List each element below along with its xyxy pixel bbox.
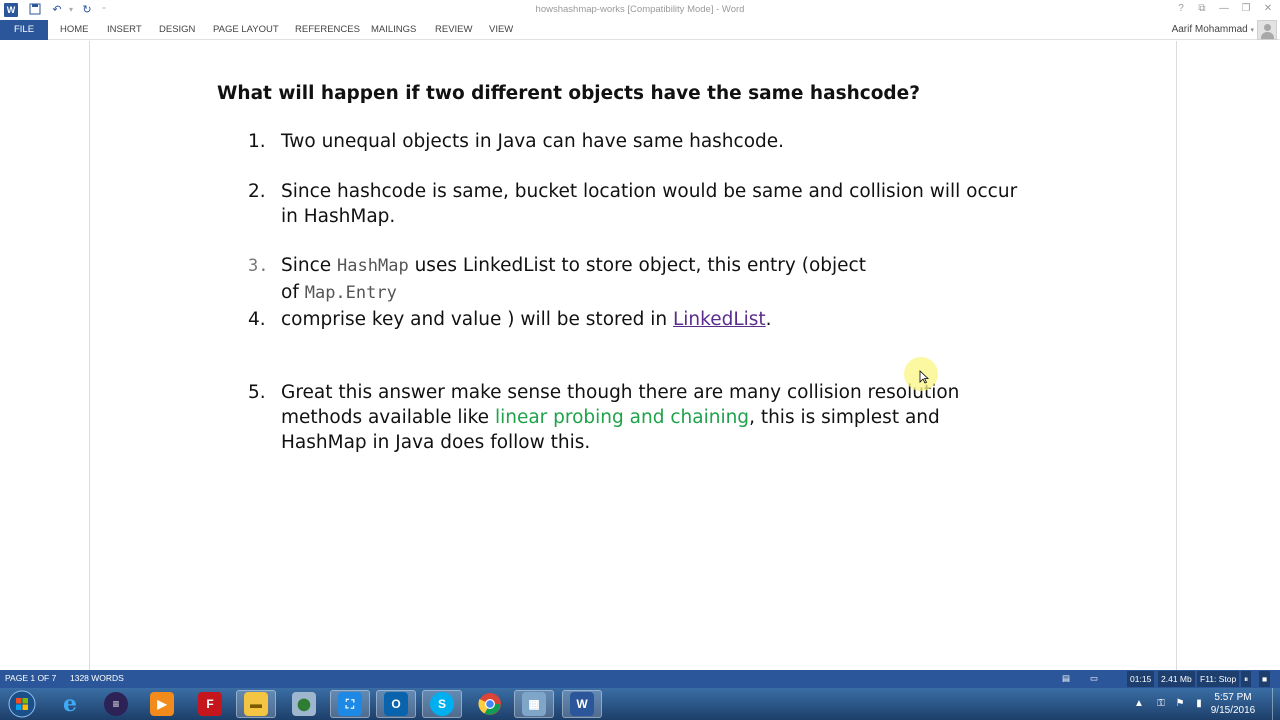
list-item-3-text-c: of (281, 282, 305, 303)
clock-date: 9/15/2016 (1210, 705, 1256, 716)
tray-expand-icon[interactable]: ▲ (1133, 698, 1145, 710)
help-button[interactable]: ? (1173, 3, 1189, 14)
ribbon-display-options-icon[interactable]: ⧉ (1194, 3, 1210, 14)
list-item-5-line-2: methods available like linear probing an… (281, 407, 940, 428)
list-item-4-text: comprise key and value ) will be stored … (281, 309, 673, 330)
page-count[interactable]: PAGE 1 OF 7 (5, 670, 56, 687)
tab-view[interactable]: VIEW (489, 20, 513, 40)
list-number-1: 1. (248, 131, 266, 152)
network-alert-icon[interactable]: ⚑ (1174, 698, 1186, 710)
mouse-pointer-icon (919, 370, 929, 384)
tab-mailings[interactable]: MAILINGS (371, 20, 416, 40)
file-manager-icon[interactable]: ⬤ (284, 690, 324, 718)
file-explorer-icon[interactable]: ▬ (236, 690, 276, 718)
internet-explorer-icon[interactable]: e (50, 690, 90, 718)
media-player-icon[interactable]: ▶ (142, 690, 182, 718)
list-item-2-line-1: Since hashcode is same, bucket location … (281, 181, 1018, 202)
list-number-4: 4. (248, 309, 266, 330)
tab-file[interactable]: FILE (0, 20, 48, 40)
page-left-edge (89, 41, 90, 670)
ribbon-tabs: FILE HOME INSERT DESIGN PAGE LAYOUT REFE… (0, 20, 1280, 40)
user-account[interactable]: Aarif Mohammad ▾ (1172, 20, 1254, 40)
page-right-edge (1176, 41, 1177, 670)
list-item-5-highlight: linear probing and chaining (494, 407, 750, 428)
start-button[interactable] (2, 690, 42, 718)
print-layout-icon[interactable]: ▭ (1090, 670, 1098, 687)
list-item-3-text-a: Since (281, 255, 338, 276)
list-item-3-code-hashmap: HashMap (337, 256, 409, 276)
list-item-1-line-1: Two unequal objects in Java can have sam… (281, 131, 785, 152)
show-desktop-button[interactable] (1272, 688, 1280, 720)
list-item-3-line-2: of Map.Entry (281, 282, 397, 303)
list-number-2: 2. (248, 181, 266, 202)
word-taskbar-icon[interactable]: W (562, 690, 602, 718)
list-item-5-text-a: methods available like (281, 407, 495, 428)
read-mode-icon[interactable]: ▤ (1062, 670, 1070, 687)
list-item-4-period: . (765, 309, 772, 330)
list-item-3-line-1: Since HashMap uses LinkedList to store o… (281, 255, 866, 276)
list-number-3: 3. (248, 256, 269, 276)
list-item-2-line-2: in HashMap. (281, 206, 396, 227)
minimize-button[interactable]: — (1216, 3, 1232, 14)
eclipse-icon[interactable]: ≡ (96, 690, 136, 718)
filezilla-icon[interactable]: F (190, 690, 230, 718)
taskbar: e ≡ ▶ F ▬ ⬤ ⛶ O S ▦ W ▲ ⚿ ⚑ ▮ 5:57 PM 9/… (0, 688, 1280, 720)
taskbar-clock[interactable]: 5:57 PM 9/15/2016 (1198, 691, 1268, 717)
account-dropdown-icon: ▾ (1250, 27, 1254, 34)
snipping-tool-icon[interactable]: ⛶ (330, 690, 370, 718)
word-count[interactable]: 1328 WORDS (70, 670, 124, 687)
stop-icon[interactable]: ■ (1259, 671, 1271, 687)
tab-references[interactable]: REFERENCES (295, 20, 360, 40)
status-bar: PAGE 1 OF 7 1328 WORDS ▤ ▭ 01:15 2.41 Mb… (0, 670, 1280, 688)
list-item-4-line-1: comprise key and value ) will be stored … (281, 309, 772, 330)
list-item-5-line-1: Great this answer make sense though ther… (281, 382, 960, 403)
remote-desktop-icon[interactable]: ▦ (514, 690, 554, 718)
window-title: howshashmap-works [Compatibility Mode] -… (535, 4, 745, 15)
document-area[interactable]: What will happen if two different object… (0, 41, 1280, 670)
usb-icon[interactable]: ⚿ (1155, 698, 1167, 710)
document-heading: What will happen if two different object… (217, 83, 920, 104)
skype-icon[interactable]: S (422, 690, 462, 718)
tab-review[interactable]: REVIEW (435, 20, 472, 40)
close-button[interactable]: ✕ (1260, 3, 1276, 14)
recording-timer: 01:15 (1127, 671, 1155, 687)
recording-size: 2.41 Mb (1158, 671, 1195, 687)
list-item-5-text-b: , this is simplest and (749, 407, 940, 428)
linkedlist-link[interactable]: LinkedList (673, 309, 766, 330)
list-item-5-line-3: HashMap in Java does follow this. (281, 432, 591, 453)
chrome-icon[interactable] (470, 690, 510, 718)
list-number-5: 5. (248, 382, 266, 403)
title-bar: W ↶ ▾ ↻ ⁼ howshashmap-works [Compatibili… (0, 0, 1280, 20)
outlook-icon[interactable]: O (376, 690, 416, 718)
user-name: Aarif Mohammad (1171, 24, 1248, 35)
clock-time: 5:57 PM (1214, 692, 1252, 703)
avatar[interactable] (1257, 20, 1277, 40)
list-item-3-text-b: uses LinkedList to store object, this en… (408, 255, 866, 276)
restore-button[interactable]: ❐ (1238, 3, 1254, 14)
tab-design[interactable]: DESIGN (159, 20, 195, 40)
tab-page-layout[interactable]: PAGE LAYOUT (213, 20, 279, 40)
list-item-3-code-map-entry: Map.Entry (304, 283, 397, 303)
pause-icon[interactable]: ⏸ (1241, 671, 1252, 687)
recording-hotkey: F11: Stop (1197, 671, 1240, 687)
tab-home[interactable]: HOME (60, 20, 89, 40)
tab-insert[interactable]: INSERT (107, 20, 142, 40)
